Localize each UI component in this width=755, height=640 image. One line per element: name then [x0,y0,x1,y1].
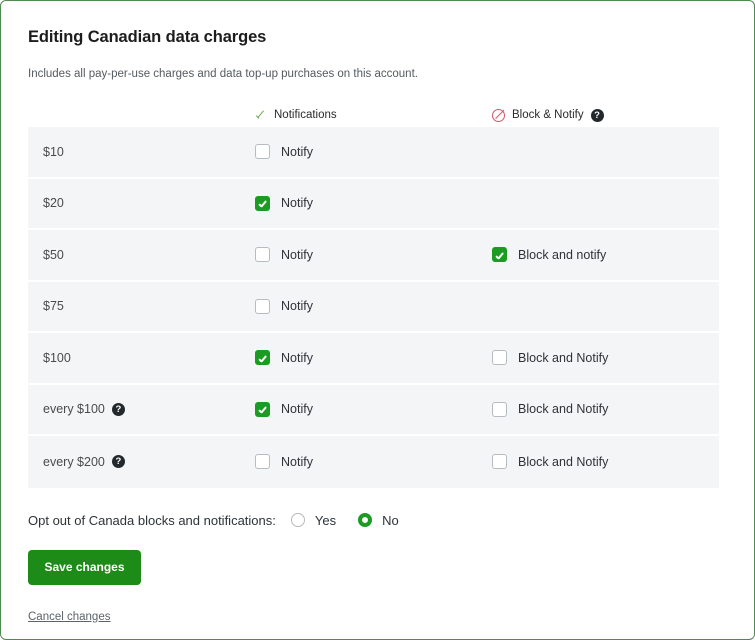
table-row: $10 Notify [28,127,719,179]
help-icon-block-notify[interactable]: ? [590,108,604,122]
notify-checkbox[interactable] [255,401,270,417]
no-entry-icon [492,108,505,122]
block-notify-checkbox[interactable] [492,247,507,263]
row-amount-cell: $50 [28,230,240,280]
row-block-cell[interactable]: Block and Notify [482,436,719,488]
row-notify-cell[interactable]: Notify [240,230,482,280]
row-notify-cell[interactable]: Notify [240,385,482,435]
row-notify-cell[interactable]: Notify [240,436,482,488]
row-notify-cell[interactable]: Notify [240,179,482,229]
notify-checkbox[interactable] [255,144,270,160]
optout-radio-group[interactable]: Yes No [290,512,399,528]
column-header-block-notify-label: Block & Notify [512,109,584,121]
block-notify-checkbox[interactable] [492,401,507,417]
table-row: every $100? Notify Block and Notify [28,384,719,436]
notify-checkbox[interactable] [255,195,270,211]
block-notify-checkbox-label: Block and Notify [518,350,609,365]
table-header-row: Notifications Block & Notify ? [28,103,719,127]
table-row: $50 Notify Block and notify [28,230,719,282]
optout-row: Opt out of Canada blocks and notificatio… [28,513,727,528]
block-notify-checkbox[interactable] [492,350,507,366]
charges-table: Notifications Block & Notify ? $10 Notify… [28,103,719,488]
row-amount-cell: $20 [28,179,240,229]
page-subtitle: Includes all pay-per-use charges and dat… [28,68,418,80]
row-notify-cell[interactable]: Notify [240,333,482,383]
table-row: $75 Notify [28,281,719,333]
notify-checkbox-label: Notify [281,350,313,365]
page-container: Editing Canadian data charges Includes a… [0,0,755,640]
row-amount-label: every $200 [43,454,105,469]
table-body: $10 Notify $20 Notify $50 Notify Block and not… [28,127,719,488]
row-amount-cell: every $100? [28,385,240,435]
cancel-changes-link[interactable]: Cancel changes [28,611,110,623]
optout-option-no[interactable]: No [358,513,399,528]
row-amount-cell: $75 [28,282,240,332]
radio-label: No [382,512,399,528]
notify-checkbox-label: Notify [281,196,313,211]
row-notify-cell[interactable]: Notify [240,127,482,177]
row-amount-label: $20 [43,196,64,211]
check-icon [255,109,267,121]
notify-checkbox[interactable] [255,247,270,263]
column-header-block-notify: Block & Notify ? [482,108,719,122]
block-notify-checkbox-label: Block and Notify [518,454,609,469]
radio-button[interactable] [290,513,305,527]
table-row: every $200? Notify Block and Notify [28,436,719,488]
row-amount-label: $75 [43,299,64,314]
notify-checkbox-label: Notify [281,402,313,417]
notify-checkbox[interactable] [255,454,270,470]
table-row: $100 Notify Block and Notify [28,333,719,385]
block-notify-checkbox-label: Block and notify [518,247,607,262]
row-amount-label: $100 [43,350,71,365]
optout-option-yes[interactable]: Yes [290,512,337,528]
block-notify-checkbox-label: Block and Notify [518,402,609,417]
row-notify-cell[interactable]: Notify [240,282,482,332]
row-amount-label: $50 [43,247,64,262]
notify-checkbox-label: Notify [281,454,313,469]
notify-checkbox-label: Notify [281,299,313,314]
row-block-cell[interactable]: Block and Notify [482,333,719,383]
column-header-notifications: Notifications [240,109,482,121]
save-changes-button[interactable]: Save changes [28,549,141,585]
row-amount-label: every $100 [43,402,105,417]
row-block-cell[interactable]: Block and notify [482,230,719,280]
notify-checkbox[interactable] [255,298,270,314]
optout-label: Opt out of Canada blocks and notificatio… [28,512,276,528]
radio-label: Yes [314,512,337,528]
notify-checkbox-label: Notify [281,144,313,159]
block-notify-checkbox[interactable] [492,454,507,470]
table-row: $20 Notify [28,178,719,230]
row-amount-cell: $10 [28,127,240,177]
notify-checkbox[interactable] [255,350,270,366]
notify-checkbox-label: Notify [281,247,313,262]
row-amount-cell: every $200? [28,436,240,488]
help-icon-row-6[interactable]: ? [111,455,125,469]
row-block-cell[interactable]: Block and Notify [482,385,719,435]
radio-button[interactable] [358,513,373,527]
content-area: Editing Canadian data charges Includes a… [1,1,754,625]
column-header-notifications-label: Notifications [274,109,337,121]
row-amount-cell: $100 [28,333,240,383]
page-title: Editing Canadian data charges [28,28,267,46]
help-icon-row-5[interactable]: ? [111,402,125,416]
row-amount-label: $10 [43,144,64,159]
